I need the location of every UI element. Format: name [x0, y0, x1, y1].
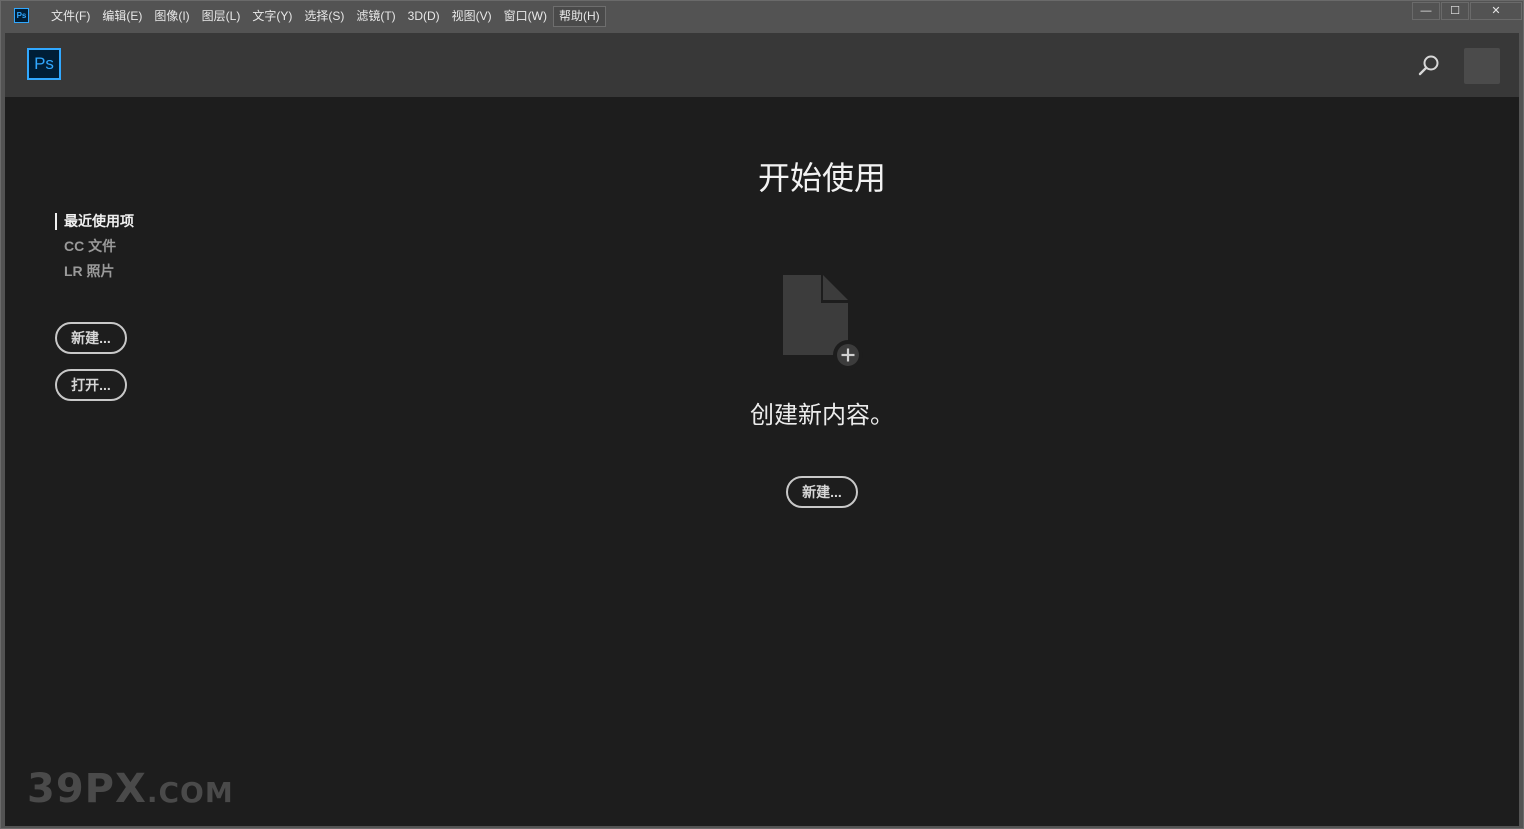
menu-image[interactable]: 图像(I)	[148, 6, 195, 27]
close-button[interactable]: ✕	[1470, 2, 1522, 20]
menu-help[interactable]: 帮助(H)	[552, 6, 606, 27]
header-bar: Ps	[5, 33, 1519, 97]
menu-edit[interactable]: 编辑(E)	[96, 6, 148, 27]
page-title: 开始使用	[757, 160, 886, 196]
search-icon	[1418, 55, 1439, 76]
menu-select[interactable]: 选择(S)	[298, 6, 350, 27]
create-new-content-text: 创建新内容。	[750, 402, 894, 429]
maximize-button[interactable]: ☐	[1441, 2, 1469, 20]
menu-bar: Ps 文件(F) 编辑(E) 图像(I) 图层(L) 文字(Y) 选择(S) 滤…	[1, 1, 1523, 32]
new-document-icon	[783, 275, 863, 370]
ps-logo[interactable]: Ps	[27, 48, 61, 80]
new-button[interactable]: 新建...	[786, 476, 858, 508]
menu-type[interactable]: 文字(Y)	[246, 6, 298, 27]
menu-window[interactable]: 窗口(W)	[498, 6, 553, 27]
watermark-main: 39PX	[27, 766, 147, 812]
menu-view[interactable]: 视图(V)	[446, 6, 498, 27]
minimize-button[interactable]: —	[1412, 2, 1440, 20]
watermark: 39PX.COM	[27, 766, 234, 812]
sidebar-nav: 最近使用项 CC 文件 LR 照片	[55, 209, 134, 284]
app-icon[interactable]: Ps	[14, 8, 29, 23]
sidebar-item-lr-photos[interactable]: LR 照片	[55, 259, 134, 284]
menu-layer[interactable]: 图层(L)	[196, 6, 247, 27]
sidebar-item-cc-files[interactable]: CC 文件	[55, 234, 134, 259]
avatar[interactable]	[1464, 48, 1500, 84]
watermark-suffix: .COM	[146, 776, 234, 809]
search-button[interactable]	[1415, 51, 1443, 79]
window-controls: — ☐ ✕	[1412, 1, 1523, 23]
sidebar-item-recent[interactable]: 最近使用项	[55, 209, 134, 234]
sidebar-new-button[interactable]: 新建...	[55, 322, 127, 354]
menu-3d[interactable]: 3D(D)	[402, 6, 446, 27]
start-workspace: 最近使用项 CC 文件 LR 照片 新建... 打开... 开始使用 创建新内容…	[5, 97, 1519, 826]
menu-items: 文件(F) 编辑(E) 图像(I) 图层(L) 文字(Y) 选择(S) 滤镜(T…	[45, 6, 606, 27]
menu-file[interactable]: 文件(F)	[45, 6, 96, 27]
menu-filter[interactable]: 滤镜(T)	[350, 6, 401, 27]
photoshop-window: Ps 文件(F) 编辑(E) 图像(I) 图层(L) 文字(Y) 选择(S) 滤…	[0, 0, 1524, 829]
